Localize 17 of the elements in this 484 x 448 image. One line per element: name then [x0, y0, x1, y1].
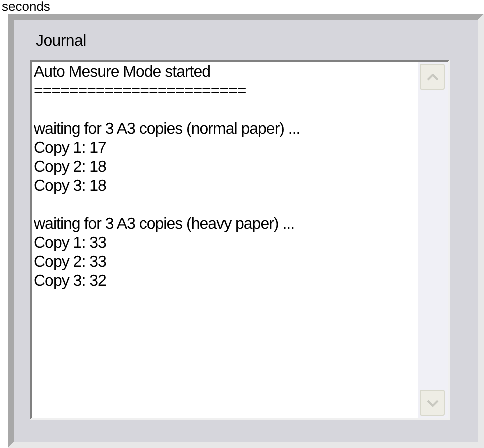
chevron-down-icon: [426, 400, 438, 406]
log-line: Copy 2: 33: [34, 253, 106, 272]
log-line: Auto Mesure Mode started: [34, 63, 211, 82]
scroll-up-button[interactable]: [420, 64, 445, 90]
log-line: Copy 2: 18: [34, 158, 106, 177]
group-title: Journal: [36, 32, 86, 52]
caption-text: seconds: [2, 0, 50, 14]
log-line: ========================: [34, 82, 246, 101]
log-line: waiting for 3 A3 copies (heavy paper) ...: [34, 215, 295, 234]
chevron-up-icon: [426, 74, 438, 80]
log-line: Copy 3: 32: [34, 272, 106, 291]
log-line: Copy 1: 17: [34, 139, 106, 158]
log-line: Copy 3: 18: [34, 177, 106, 196]
vertical-scrollbar[interactable]: [418, 62, 448, 418]
log-line: waiting for 3 A3 copies (normal paper) ...: [34, 120, 300, 139]
log-line: Copy 1: 33: [34, 234, 106, 253]
scroll-down-button[interactable]: [420, 390, 445, 416]
